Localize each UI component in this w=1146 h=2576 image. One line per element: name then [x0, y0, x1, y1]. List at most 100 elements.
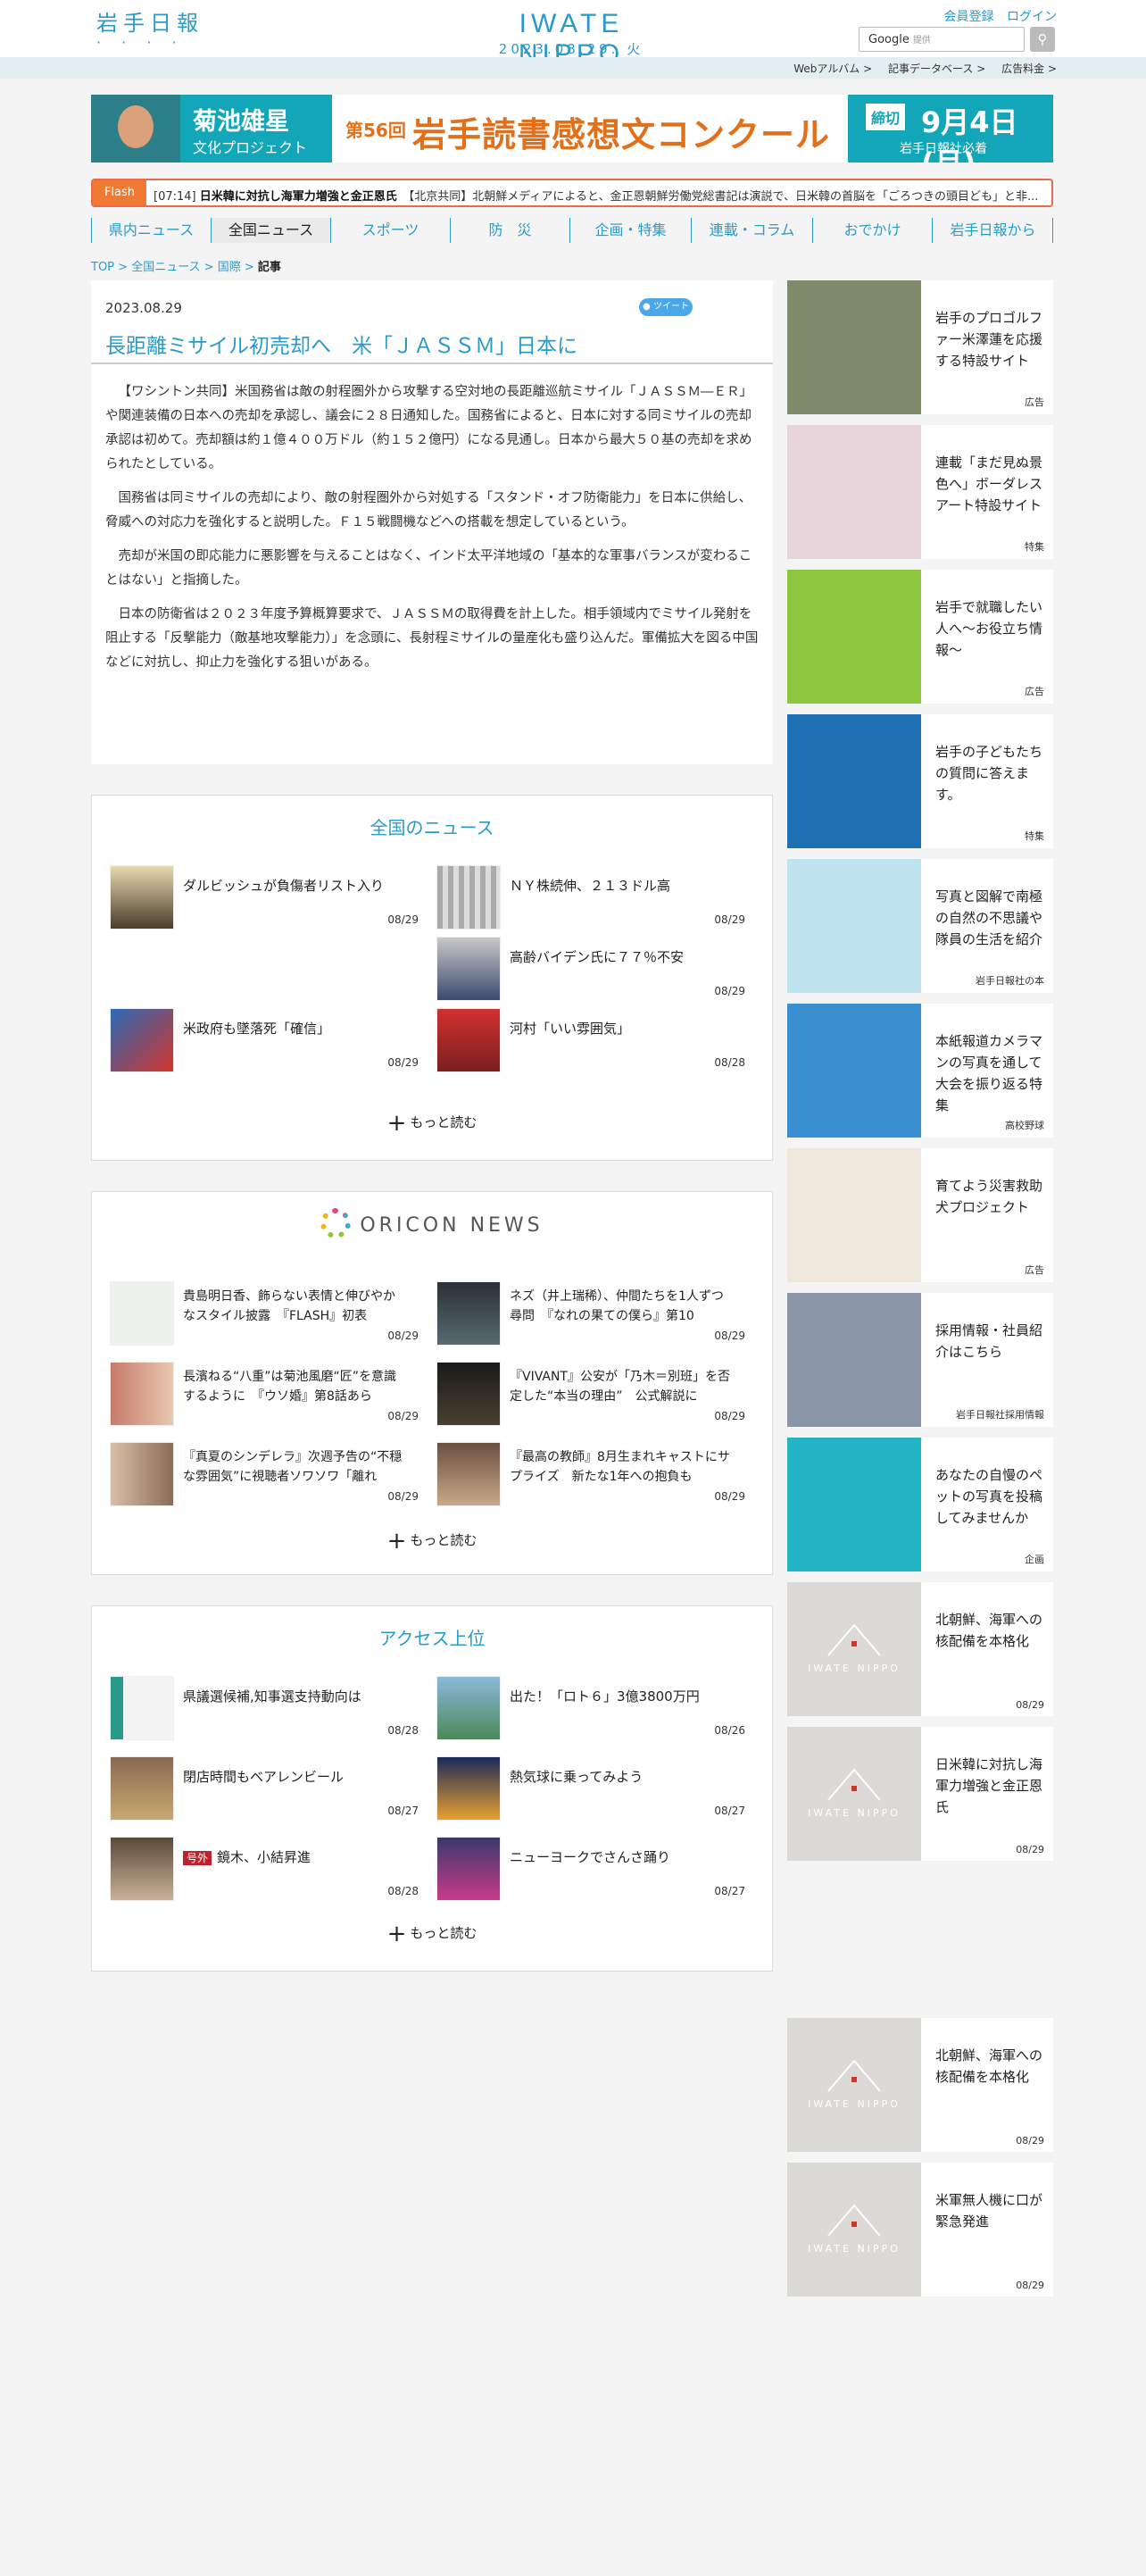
- sidebar-title: 岩手で就職したい人へ〜お役立ち情報〜: [935, 599, 1043, 658]
- logo-sub: · · · ·: [96, 34, 185, 51]
- sidebar-title: 岩手の子どもたちの質問に答えます。: [935, 744, 1043, 803]
- sidebar-card[interactable]: 連載「まだ見ぬ景色へ」ボーダレスアート特設サイト 特集: [787, 425, 1053, 559]
- sidebar-card[interactable]: IWATE NIPPO 北朝鮮、海軍への核配備を本格化 08/29: [787, 2018, 1053, 2152]
- news-item[interactable]: 『VIVANT』公安が「乃木＝別班」を否定した“本当の理由” 公式解説に 08/…: [419, 1347, 745, 1426]
- news-thumb: [436, 1756, 501, 1821]
- sidebar-thumb: [787, 1438, 921, 1571]
- news-thumb: [436, 1837, 501, 1901]
- plus-icon: +: [386, 1921, 407, 1947]
- news-thumb: [110, 1676, 174, 1740]
- tab-disaster[interactable]: 防 災: [450, 218, 569, 243]
- sidebar-title: 採用情報・社員紹介はこちら: [935, 1322, 1043, 1360]
- placeholder-wordmark: IWATE NIPPO: [808, 2243, 901, 2255]
- sidebar-thumb: [787, 1293, 921, 1427]
- tab-outings[interactable]: おでかけ: [812, 218, 932, 243]
- sidebar-card[interactable]: あなたの自慢のペットの写真を投稿してみませんか 企画: [787, 1438, 1053, 1571]
- news-item[interactable]: 長濱ねる“八重”は菊池風磨“匠”を意識するように 『ウソ婚』第8話あら 08/2…: [92, 1347, 419, 1426]
- tweet-button[interactable]: ● ツイート: [639, 298, 693, 316]
- tab-national-news[interactable]: 全国ニュース: [211, 218, 330, 243]
- ranking-item[interactable]: 閉店時間もベアレンビール 08/27: [92, 1742, 419, 1821]
- placeholder-wordmark: IWATE NIPPO: [808, 1663, 901, 1674]
- news-thumb: [110, 1756, 174, 1821]
- sidebar-card[interactable]: 本紙報道カメラマンの写真を通して大会を振り返る特集高校野球: [787, 1004, 1053, 1138]
- sidebar-label: 高校野球: [1005, 1120, 1044, 1131]
- breadcrumb-top[interactable]: TOP: [91, 261, 114, 274]
- news-item[interactable]: 米政府も墜落死「確信」 08/29: [92, 994, 419, 1072]
- article-title: 長距離ミサイル初売却へ 米「ＪＡＳＳＭ」日本に: [105, 335, 577, 358]
- tab-from-nippo[interactable]: 岩手日報から: [932, 218, 1053, 243]
- web-album-link[interactable]: Webアルバム >: [793, 63, 872, 75]
- news-thumb: [110, 1362, 174, 1426]
- banner-contest: 岩手読書感想文コンクール: [412, 115, 831, 154]
- flash-news[interactable]: Flash [07:14] 日米韓に対抗し海軍力増強と金正恩氏 【北京共同】北朝…: [91, 179, 1053, 207]
- flash-text[interactable]: [07:14] 日米韓に対抗し海軍力増強と金正恩氏 【北京共同】北朝鮮メディアに…: [154, 187, 1038, 204]
- news-thumb: [110, 1442, 174, 1506]
- sidebar-thumb: IWATE NIPPO: [787, 2163, 921, 2297]
- news-item[interactable]: ダルビッシュが負傷者リスト入り 08/29: [92, 851, 419, 930]
- sidebar-thumb: [787, 859, 921, 993]
- sidebar-label: 特集: [1025, 830, 1044, 842]
- news-item[interactable]: 河村「いい雰囲気」 08/28: [419, 994, 745, 1072]
- ranking-item[interactable]: ニューヨークでさんさ踊り 08/27: [419, 1822, 745, 1901]
- article-db-link[interactable]: 記事データベース >: [888, 63, 985, 75]
- ranking-item[interactable]: 熱気球に乗ってみよう 08/27: [419, 1742, 745, 1821]
- search-icon[interactable]: ⚲: [1030, 27, 1055, 52]
- news-item[interactable]: ネズ（井上瑞稀）、仲間たちを1人ずつ尋問 『なれの果ての僕ら』第10 08/29: [419, 1267, 745, 1346]
- sidebar-card[interactable]: 採用情報・社員紹介はこちら岩手日報社採用情報: [787, 1293, 1053, 1427]
- sidebar-label: 特集: [1025, 541, 1044, 553]
- contest-banner[interactable]: 菊池雄星 文化プロジェクト 第56回 岩手読書感想文コンクール 締切 9月4日(…: [91, 95, 1053, 163]
- placeholder-wordmark: IWATE NIPPO: [808, 1807, 901, 1819]
- breadcrumb-national[interactable]: 全国ニュース: [131, 261, 200, 274]
- sidebar-label: 岩手日報社採用情報: [956, 1409, 1044, 1421]
- sidebar-card[interactable]: 岩手のプロゴルファー米澤蓮を応援する特設サイト 広告: [787, 280, 1053, 414]
- news-item[interactable]: 高齢バイデン氏に７７％不安 08/29: [419, 922, 745, 1001]
- news-item[interactable]: 『最高の教師』8月生まれキャストにサプライズ 新たな1年への抱負も 08/29: [419, 1428, 745, 1506]
- banner-project: 文化プロジェクト: [193, 139, 308, 156]
- news-thumb: [436, 865, 501, 930]
- news-thumb: [436, 1676, 501, 1740]
- sidebar-card[interactable]: 育てよう災害救助犬プロジェクト 広告: [787, 1148, 1053, 1282]
- article: 2023.08.29 ● ツイート 長距離ミサイル初売却へ 米「ＪＡＳＳＭ」日本…: [91, 280, 773, 764]
- extra-edition-badge: 号外: [183, 1851, 212, 1865]
- login-link[interactable]: ログイン: [1007, 10, 1057, 24]
- tab-columns[interactable]: 連載・コラム: [691, 218, 812, 243]
- ranking-item[interactable]: 号外 鏡木、小結昇進 08/28: [92, 1822, 419, 1901]
- tab-sports[interactable]: スポーツ: [330, 218, 450, 243]
- sidebar-card[interactable]: 岩手で就職したい人へ〜お役立ち情報〜 広告: [787, 570, 1053, 704]
- news-item[interactable]: 『真夏のシンデレラ』次週予告の“不穏な雰囲気”に視聴者ソワソワ「離れ 08/29: [92, 1428, 419, 1506]
- news-item[interactable]: 貴島明日香、飾らない表情と伸びやかなスタイル披露 『FLASH』初表 08/29: [92, 1267, 419, 1346]
- sidebar-card[interactable]: IWATE NIPPO 日米韓に対抗し海軍力増強と金正恩氏 08/29: [787, 1727, 1053, 1861]
- flash-label: Flash: [93, 180, 146, 205]
- nippo-placeholder-icon: [825, 2200, 884, 2239]
- news-item[interactable]: ＮＹ株続伸、２１３ドル高 08/29: [419, 851, 745, 930]
- ranking-item[interactable]: 出た！「ロト６」3億3800万円 08/26: [419, 1662, 745, 1740]
- news-thumb: [436, 1442, 501, 1506]
- news-thumb: [436, 1281, 501, 1346]
- sidebar-card[interactable]: IWATE NIPPO 米軍無人機に口が緊急発進 08/29: [787, 2163, 1053, 2297]
- oricon-logo: ORICON NEWS: [92, 1208, 772, 1238]
- ranking-more-button[interactable]: + もっと読む: [92, 1921, 772, 1947]
- tab-local-news[interactable]: 県内ニュース: [91, 218, 211, 243]
- sub-header: Webアルバム > 記事データベース > 広告料金 >: [0, 57, 1146, 79]
- article-paragraph: 国務省は同ミサイルの売却により、敵の射程圏外から対処する「スタンド・オフ防衛能力…: [105, 491, 752, 529]
- breadcrumb-intl[interactable]: 国際: [218, 261, 241, 274]
- ranking-item[interactable]: 県議選候補,知事選支持動向は 08/28: [92, 1662, 419, 1740]
- register-link[interactable]: 会員登録: [944, 10, 994, 24]
- sidebar-card[interactable]: 岩手の子どもたちの質問に答えます。特集: [787, 714, 1053, 848]
- sidebar-card[interactable]: IWATE NIPPO 北朝鮮、海軍への核配備を本格化 08/29: [787, 1582, 1053, 1716]
- ad-rates-link[interactable]: 広告料金 >: [1001, 63, 1057, 75]
- nippo-placeholder-icon: [825, 2055, 884, 2095]
- tab-features[interactable]: 企画・特集: [569, 218, 691, 243]
- logo-jp[interactable]: 岩手日報: [96, 5, 203, 37]
- national-more-button[interactable]: + もっと読む: [92, 1110, 772, 1137]
- search-input[interactable]: Google 提供: [859, 27, 1025, 52]
- sidebar-title: 本紙報道カメラマンの写真を通して大会を振り返る特集: [935, 1033, 1043, 1113]
- sidebar-thumb: [787, 280, 921, 414]
- sidebar-title: 米軍無人機に口が緊急発進: [935, 2192, 1043, 2230]
- sidebar-label: 08/29: [1016, 2135, 1044, 2147]
- banner-name: 菊池雄星: [193, 108, 289, 136]
- article-paragraph: 【ワシントン共同】米国務省は敵の射程圏外から攻撃する空対地の長距離巡航ミサイル「…: [105, 385, 752, 471]
- sidebar-card[interactable]: 写真と図解で南極の自然の不思議や隊員の生活を紹介 岩手日報社の本: [787, 859, 1053, 993]
- oricon-more-button[interactable]: + もっと読む: [92, 1528, 772, 1555]
- breadcrumb: TOP > 全国ニュース > 国際 > 記事: [91, 261, 281, 274]
